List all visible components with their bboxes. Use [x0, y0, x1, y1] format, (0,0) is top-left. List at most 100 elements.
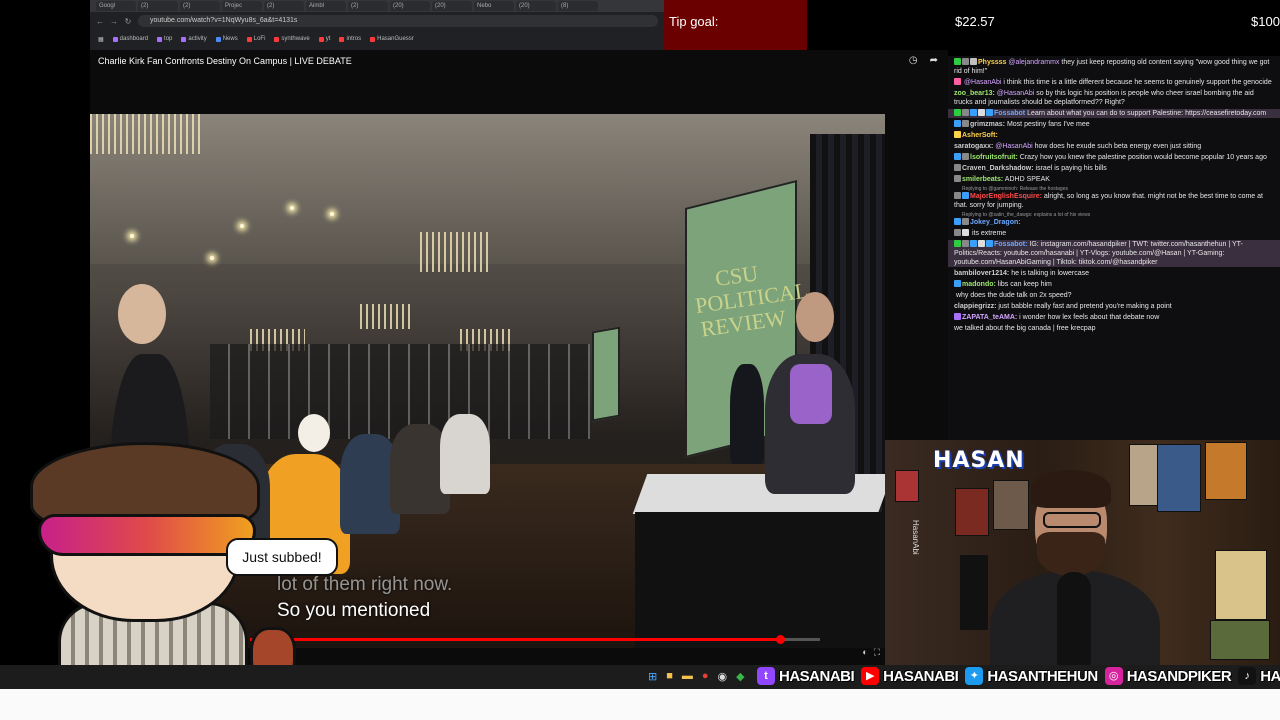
browser-tab[interactable]: (20) — [516, 1, 556, 11]
chat-badge-icon — [962, 58, 969, 65]
background-windows — [210, 344, 590, 439]
chat-username[interactable]: AsherSoft: — [962, 132, 998, 139]
back-arrow-icon[interactable]: ← — [96, 17, 104, 26]
chat-text: Crazy how you knew the palestine positio… — [1017, 154, 1267, 161]
chat-mention[interactable]: @HasanAbi — [962, 79, 1001, 86]
chat-text: its extreme — [970, 230, 1007, 237]
browser-tab[interactable]: (8) — [558, 1, 598, 11]
poster — [955, 488, 989, 536]
chat-badges — [954, 58, 978, 67]
chat-badges — [954, 229, 970, 238]
chat-badge-icon — [962, 120, 969, 127]
bookmark-favicon-icon — [274, 36, 280, 42]
share-icon[interactable]: ➦ — [930, 55, 938, 66]
chat-message: Physsss @alejandrammx they just keep rep… — [948, 58, 1280, 76]
chat-username[interactable]: Jokey_Dragon: — [970, 219, 1021, 226]
chat-message: Jokey_Dragon: — [948, 218, 1280, 227]
chat-username[interactable]: MajorEnglishEsquire: — [970, 193, 1042, 200]
chat-text: he is talking in lowercase — [1009, 270, 1090, 277]
bookmark-item[interactable]: activity — [181, 36, 207, 42]
chat-username[interactable]: madondo: — [962, 281, 996, 288]
chat-text: israel is paying his bills — [1033, 165, 1107, 172]
student-head — [118, 284, 166, 344]
chat-badge-icon — [986, 109, 993, 116]
forward-arrow-icon[interactable]: → — [110, 17, 118, 26]
chat-badges — [954, 240, 994, 249]
browser-tab[interactable]: (2) — [348, 1, 388, 11]
chat-message: saratogaxx: @HasanAbi how does he exude … — [948, 142, 1280, 151]
chat-mention[interactable]: @HasanAbi — [993, 143, 1032, 150]
browser-tab[interactable]: Projec — [222, 1, 262, 11]
chat-badge-icon — [954, 109, 961, 116]
chat-username[interactable]: bambilover1214: — [954, 270, 1009, 277]
browser-tab[interactable]: (20) — [390, 1, 430, 11]
side-label: HasanAbi — [911, 520, 920, 555]
chat-badges — [954, 131, 962, 140]
browser-tab[interactable]: Googl — [96, 1, 136, 11]
clock-icon[interactable]: ◷ — [909, 55, 918, 66]
video-progress-fill — [250, 638, 781, 641]
bookmark-item[interactable]: HasanGuessr — [370, 36, 414, 42]
poster — [993, 480, 1029, 530]
chat-badges — [954, 280, 962, 289]
bookmark-item[interactable]: intros — [339, 36, 361, 42]
browser-tab[interactable]: Nebo — [474, 1, 514, 11]
bookmark-favicon-icon — [157, 36, 163, 42]
chat-badges — [954, 313, 962, 322]
chat-message: Fossabot: IG: instagram.com/hasandpiker … — [948, 240, 1280, 267]
tip-goal-overlay: Tip goal: $22.57 $100 — [664, 0, 1280, 56]
painting — [1157, 444, 1201, 512]
chat-username[interactable]: clappiegrizz: — [954, 303, 996, 310]
bookmark-item[interactable]: News — [215, 36, 238, 42]
browser-tab[interactable]: (20) — [432, 1, 472, 11]
chat-badges — [954, 218, 970, 227]
chat-badge-icon — [986, 240, 993, 247]
windows-start-icon[interactable]: ⊞ — [648, 670, 657, 683]
obs-icon[interactable]: ◉ — [718, 670, 728, 683]
chat-username[interactable]: grimzmas: — [970, 121, 1005, 128]
bookmark-item[interactable]: top — [157, 36, 172, 42]
video-progress-bar[interactable] — [250, 635, 820, 644]
browser-tab[interactable]: (2) — [264, 1, 304, 11]
address-bar[interactable]: youtube.com/watch?v=1NqWyu8s_6a&t=4131s — [138, 15, 658, 27]
browser-tab[interactable]: (2) — [180, 1, 220, 11]
browser-tab[interactable]: Aimbl — [306, 1, 346, 11]
chrome-icon[interactable]: ● — [702, 670, 709, 683]
bookmark-item[interactable]: synthwave — [274, 36, 310, 42]
projection-screen-far — [592, 326, 620, 422]
chat-username[interactable]: Fossabot — [994, 110, 1025, 117]
streamer-glasses — [1043, 512, 1101, 528]
folder-icon[interactable]: ▬ — [682, 670, 693, 683]
chat-username[interactable]: ZAPATA_teAMA: — [962, 314, 1017, 321]
app-icon[interactable]: ◆ — [736, 670, 744, 683]
chat-username[interactable]: Fossabot: — [994, 241, 1027, 248]
police-officer — [730, 364, 764, 464]
chat-message: bambilover1214: he is talking in lowerca… — [948, 269, 1280, 278]
chat-username[interactable]: saratogaxx: — [954, 143, 993, 150]
chat-username[interactable]: lsofruitsofruit: — [970, 154, 1018, 161]
chat-mention[interactable]: @alejandrammx — [1006, 59, 1059, 66]
bookmark-item[interactable]: dashboard — [112, 36, 148, 42]
caption-current-line: So you mentioned — [277, 600, 431, 621]
browser-tab[interactable]: (2) — [138, 1, 178, 11]
file-explorer-icon[interactable]: ■ — [666, 670, 673, 683]
chat-username[interactable]: smilerbeats: — [962, 176, 1003, 183]
chat-username[interactable]: Craven_Darkshadow: — [962, 165, 1034, 172]
tip-goal-label: Tip goal: — [669, 14, 719, 29]
chat-badge-icon — [954, 58, 961, 65]
bookmark-item[interactable]: LoFi — [246, 36, 266, 42]
chat-mention[interactable]: @HasanAbi — [995, 90, 1034, 97]
chandelier — [90, 114, 200, 154]
apps-grid-icon[interactable]: ▦ — [98, 36, 104, 43]
bookmark-item[interactable]: yt — [318, 36, 330, 42]
autoplay-toggle-icon[interactable]: ◐ — [862, 647, 867, 658]
reload-icon[interactable]: ↻ — [124, 17, 132, 26]
bookmark-label: LoFi — [253, 36, 266, 42]
fullscreen-icon[interactable]: ⛶ — [874, 647, 880, 658]
bookmark-favicon-icon — [339, 36, 345, 42]
chat-username[interactable]: Physsss — [978, 59, 1006, 66]
cartoon-avatar: Just subbed! — [20, 442, 338, 702]
chat-badge-icon — [962, 229, 969, 236]
chat-badge-icon — [954, 313, 961, 320]
chat-username[interactable]: zoo_bear13: — [954, 90, 995, 97]
